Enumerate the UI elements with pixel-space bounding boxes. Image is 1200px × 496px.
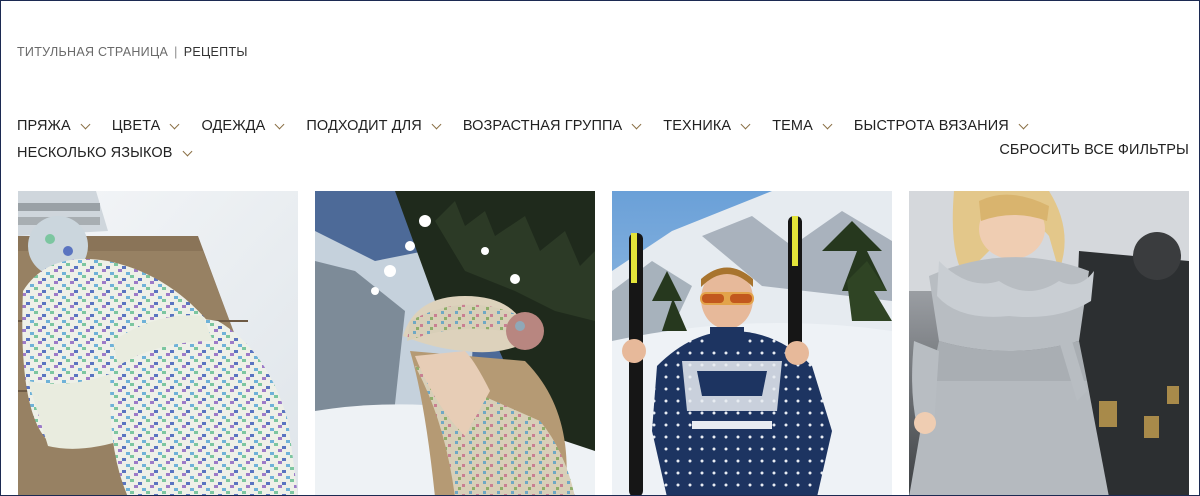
filter-label: ЦВЕТА	[111, 118, 161, 134]
page-frame: ТИТУЛЬНАЯ СТРАНИЦА | РЕЦЕПТЫ ПРЯЖА ЦВЕТА…	[0, 0, 1200, 496]
chevron-down-icon	[1018, 119, 1029, 129]
chevron-down-icon	[431, 119, 442, 129]
chevron-down-icon	[631, 119, 642, 129]
product-card[interactable]	[18, 191, 298, 495]
girl-grey-dress-image	[909, 191, 1189, 495]
filter-theme-dropdown[interactable]: ТЕМА	[772, 118, 833, 134]
reset-filters-button[interactable]: СБРОСИТЬ ВСЕ ФИЛЬТРЫ	[999, 142, 1189, 158]
knitted-hat-mittens-image	[18, 191, 298, 495]
filter-row: ПРЯЖА ЦВЕТА ОДЕЖДА ПОДХОДИТ ДЛЯ ВОЗРАСТН…	[17, 115, 1193, 137]
girl-beanie-image	[315, 191, 595, 495]
filter-knitting-speed-dropdown[interactable]: БЫСТРОТА ВЯЗАНИЯ	[853, 118, 1029, 134]
filter-clothing-dropdown[interactable]: ОДЕЖДА	[201, 118, 285, 134]
filter-label: ПОДХОДИТ ДЛЯ	[306, 118, 422, 134]
filter-bar: ПРЯЖА ЦВЕТА ОДЕЖДА ПОДХОДИТ ДЛЯ ВОЗРАСТН…	[17, 115, 1193, 171]
chevron-down-icon	[80, 119, 91, 129]
filter-technique-dropdown[interactable]: ТЕХНИКА	[663, 118, 751, 134]
product-grid	[18, 191, 1189, 495]
chevron-down-icon	[182, 146, 192, 156]
breadcrumb-current: РЕЦЕПТЫ	[183, 45, 248, 59]
product-card[interactable]	[909, 191, 1189, 495]
chevron-down-icon	[274, 119, 285, 129]
man-nordic-sweater-image	[612, 191, 892, 495]
chevron-down-icon	[740, 119, 751, 129]
product-card[interactable]	[315, 191, 595, 495]
filter-label: ВОЗРАСТНАЯ ГРУППА	[462, 118, 623, 134]
filter-label: НЕСКОЛЬКО ЯЗЫКОВ	[17, 145, 173, 161]
chevron-down-icon	[169, 119, 180, 129]
filter-age-group-dropdown[interactable]: ВОЗРАСТНАЯ ГРУППА	[462, 118, 642, 134]
product-card[interactable]	[612, 191, 892, 495]
filter-label: ПРЯЖА	[17, 118, 71, 134]
filter-label: БЫСТРОТА ВЯЗАНИЯ	[853, 118, 1009, 134]
chevron-down-icon	[822, 119, 833, 129]
filter-label: ТЕХНИКА	[663, 118, 732, 134]
filter-suitable-for-dropdown[interactable]: ПОДХОДИТ ДЛЯ	[306, 118, 442, 134]
breadcrumb: ТИТУЛЬНАЯ СТРАНИЦА | РЕЦЕПТЫ	[17, 45, 248, 59]
breadcrumb-home-link[interactable]: ТИТУЛЬНАЯ СТРАНИЦА	[17, 45, 168, 59]
filter-label: ОДЕЖДА	[201, 118, 266, 134]
filter-languages-dropdown[interactable]: НЕСКОЛЬКО ЯЗЫКОВ	[17, 145, 192, 161]
filter-colors-dropdown[interactable]: ЦВЕТА	[111, 118, 180, 134]
breadcrumb-separator: |	[174, 45, 178, 59]
filter-yarn-dropdown[interactable]: ПРЯЖА	[17, 118, 91, 134]
filter-label: ТЕМА	[772, 118, 813, 134]
